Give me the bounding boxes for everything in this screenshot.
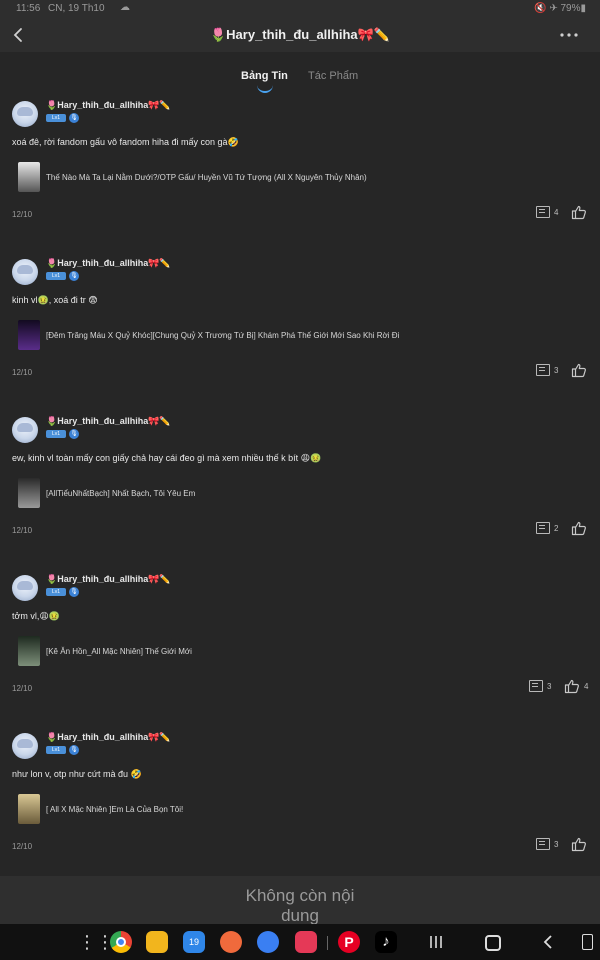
- post-date: 12/10: [12, 368, 33, 377]
- level-badge: Lv1: [46, 746, 66, 754]
- story-cover-image: [18, 478, 40, 508]
- avatar[interactable]: [12, 259, 38, 285]
- comment-count: 3: [547, 682, 552, 691]
- story-cover-image: [18, 636, 40, 666]
- comment-icon: [529, 680, 543, 692]
- screen-toggle-icon[interactable]: [582, 934, 593, 950]
- more-horizontal-icon[interactable]: [558, 26, 580, 44]
- post-username[interactable]: 🌷Hary_thih_đu_allhiha🎀✏️: [46, 574, 171, 585]
- comment-count: 3: [554, 366, 559, 375]
- mic-icon: 🎙: [69, 587, 79, 597]
- post-username[interactable]: 🌷Hary_thih_đu_allhiha🎀✏️: [46, 258, 171, 269]
- post-item: 🌷Hary_thih_đu_allhiha🎀✏️ Lv1 🎙 tởm vl,😩🤢…: [0, 571, 600, 729]
- top-app-bar: 🌷Hary_thih_đu_allhiha🎀✏️: [0, 18, 600, 52]
- post-date: 12/10: [12, 842, 33, 851]
- status-indicators: 🔇 ✈ 79%▮: [534, 3, 586, 14]
- avatar[interactable]: [12, 575, 38, 601]
- post-date: 12/10: [12, 526, 33, 535]
- story-title: [AllTiểuNhấtBạch] Nhất Bạch, Tôi Yêu Em: [46, 489, 196, 498]
- status-bar: 11:56 CN, 19 Th10 ☁ 🔇 ✈ 79%▮: [0, 0, 600, 18]
- like-count: 4: [584, 682, 589, 691]
- calendar-icon[interactable]: 19: [183, 931, 205, 953]
- thumbs-up-icon: [571, 837, 586, 852]
- cloud-icon: ☁: [120, 2, 130, 13]
- page-title: 🌷Hary_thih_đu_allhiha🎀✏️: [209, 27, 391, 42]
- comment-count: 4: [554, 208, 559, 217]
- post-text: như lon v, otp như cứt mà đu 🤣: [12, 769, 142, 779]
- comment-count: 2: [554, 524, 559, 533]
- post-item: 🌷Hary_thih_đu_allhiha🎀✏️ Lv1 🎙 xoá đê, r…: [0, 97, 600, 255]
- status-time: 11:56: [16, 3, 41, 14]
- comment-icon: [536, 206, 550, 218]
- files-icon[interactable]: [146, 931, 168, 953]
- avatar[interactable]: [12, 417, 38, 443]
- status-date: CN, 19 Th10: [48, 3, 105, 14]
- linked-story[interactable]: [ All X Mặc Nhiên ]Em Là Của Bọn Tôi!: [18, 794, 578, 826]
- post-date: 12/10: [12, 684, 33, 693]
- comment-icon: [536, 838, 550, 850]
- mic-icon: 🎙: [69, 271, 79, 281]
- avatar[interactable]: [12, 101, 38, 127]
- youtube-icon[interactable]: [295, 931, 317, 953]
- mic-icon: 🎙: [69, 745, 79, 755]
- thumbs-up-icon: [571, 363, 586, 378]
- post-username[interactable]: 🌷Hary_thih_đu_allhiha🎀✏️: [46, 100, 171, 111]
- post-item: 🌷Hary_thih_đu_allhiha🎀✏️ Lv1 🎙 kinh vl🤢,…: [0, 255, 600, 413]
- recent-apps-icon[interactable]: [428, 934, 444, 950]
- post-text: kinh vl🤢, xoá đi tr 😨: [12, 295, 98, 305]
- story-cover-image: [18, 320, 40, 350]
- linked-story[interactable]: [AllTiểuNhấtBạch] Nhất Bạch, Tôi Yêu Em: [18, 478, 578, 510]
- system-taskbar: ⋮⋮⋮ 19 P ♪: [0, 924, 600, 960]
- story-title: Thế Nào Mà Ta Lại Nằm Dưới?/OTP Gấu/ Huy…: [46, 173, 367, 182]
- tab-works[interactable]: Tác Phẩm: [308, 70, 358, 82]
- story-title: [Kê Ăn Hồn_All Mặc Nhiên] Thế Giới Mới: [46, 647, 192, 656]
- level-badge: Lv1: [46, 114, 66, 122]
- comment-count: 3: [554, 840, 559, 849]
- story-title: [ All X Mặc Nhiên ]Em Là Của Bọn Tôi!: [46, 805, 184, 814]
- post-text: ew, kinh vl toàn mấy con giấy chả hay cá…: [12, 453, 322, 463]
- end-of-feed-text: Không còn nội dung: [245, 886, 355, 925]
- home-icon[interactable]: [485, 935, 501, 951]
- pinterest-icon[interactable]: P: [338, 931, 360, 953]
- story-cover-image: [18, 162, 40, 192]
- mic-icon: 🎙: [69, 113, 79, 123]
- contacts-icon[interactable]: [220, 931, 242, 953]
- post-item: 🌷Hary_thih_đu_allhiha🎀✏️ Lv1 🎙 như lon v…: [0, 729, 600, 887]
- apps-grid-icon[interactable]: ⋮⋮⋮: [78, 931, 132, 953]
- post-text: tởm vl,😩🤢: [12, 611, 60, 621]
- linked-story[interactable]: [Đêm Trăng Máu X Quỷ Khóc][Chung Quỷ X T…: [18, 320, 578, 352]
- chrome-icon[interactable]: [110, 931, 132, 953]
- mic-icon: 🎙: [69, 429, 79, 439]
- post-text: xoá đê, rời fandom gấu vô fandom hiha đi…: [12, 137, 239, 147]
- story-title: [Đêm Trăng Máu X Quỷ Khóc][Chung Quỷ X T…: [46, 331, 400, 340]
- post-username[interactable]: 🌷Hary_thih_đu_allhiha🎀✏️: [46, 416, 171, 427]
- thumbs-up-icon: [571, 205, 586, 220]
- taskbar-divider: [327, 936, 328, 950]
- end-of-feed-footer: Không còn nội dung: [0, 876, 600, 925]
- back-icon[interactable]: [542, 934, 554, 950]
- level-badge: Lv1: [46, 588, 66, 596]
- post-date: 12/10: [12, 210, 33, 219]
- avatar[interactable]: [12, 733, 38, 759]
- linked-story[interactable]: Thế Nào Mà Ta Lại Nằm Dưới?/OTP Gấu/ Huy…: [18, 162, 578, 194]
- tab-active-indicator: [257, 83, 273, 93]
- profile-tabs: Bảng Tin Tác Phẩm: [0, 70, 600, 100]
- story-cover-image: [18, 794, 40, 824]
- tiktok-icon[interactable]: ♪: [375, 931, 397, 953]
- messages-icon[interactable]: [257, 931, 279, 953]
- level-badge: Lv1: [46, 272, 66, 280]
- post-username[interactable]: 🌷Hary_thih_đu_allhiha🎀✏️: [46, 732, 171, 743]
- level-badge: Lv1: [46, 430, 66, 438]
- post-item: 🌷Hary_thih_đu_allhiha🎀✏️ Lv1 🎙 ew, kinh …: [0, 413, 600, 571]
- comment-icon: [536, 522, 550, 534]
- thumbs-up-icon: [571, 521, 586, 536]
- thumbs-up-icon: [564, 679, 579, 694]
- tab-news-feed[interactable]: Bảng Tin: [241, 70, 288, 82]
- linked-story[interactable]: [Kê Ăn Hồn_All Mặc Nhiên] Thế Giới Mới: [18, 636, 578, 668]
- comment-icon: [536, 364, 550, 376]
